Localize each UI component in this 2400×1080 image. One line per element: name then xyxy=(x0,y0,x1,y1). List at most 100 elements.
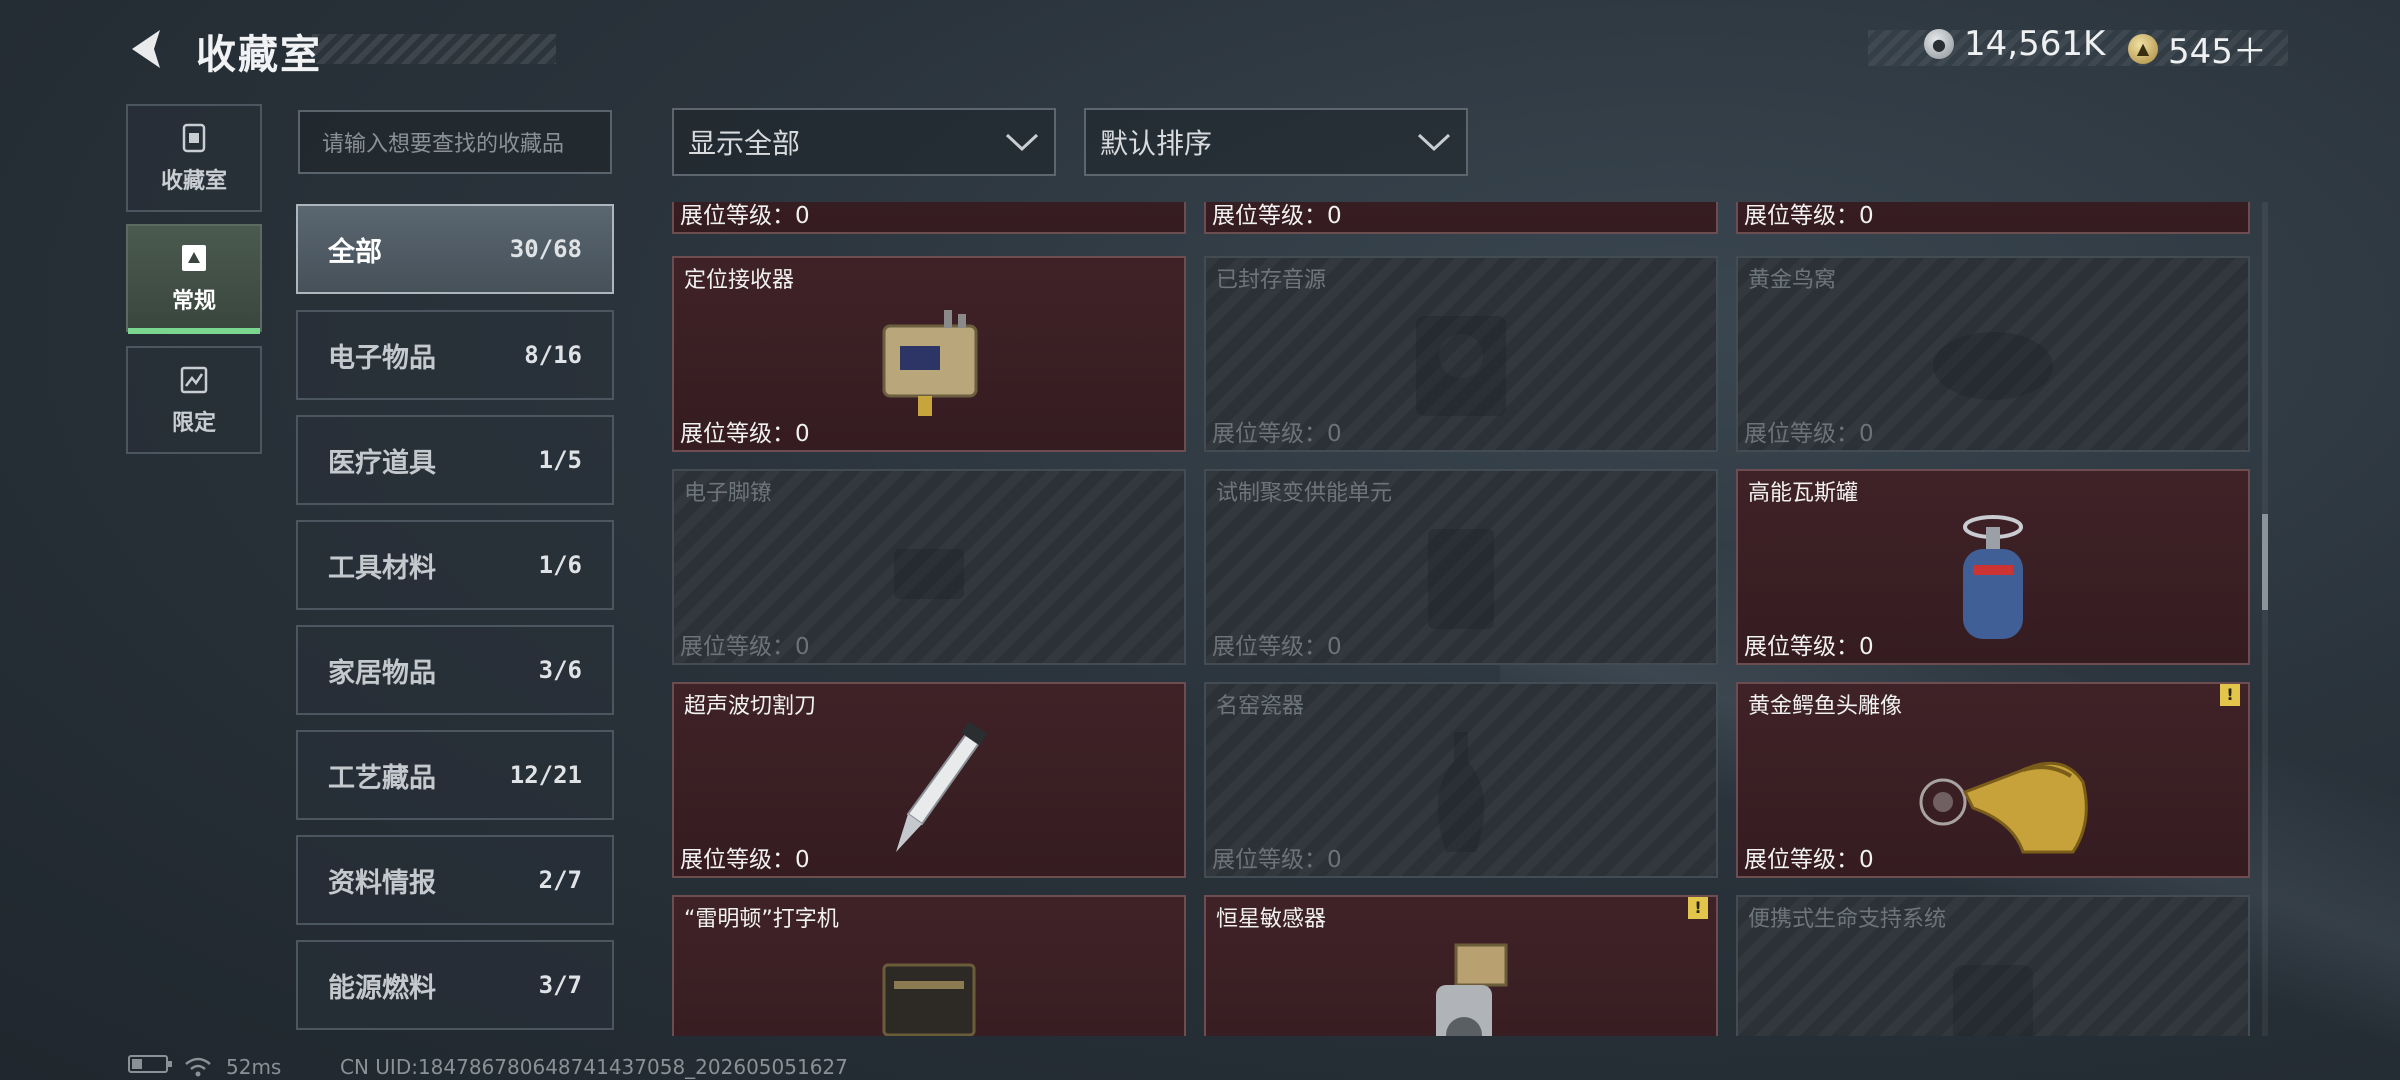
item-name: 已封存音源 xyxy=(1216,268,1327,293)
collection-card-positioning-receiver[interactable]: 定位接收器 展位等级：0 xyxy=(672,256,1186,452)
item-name: 黄金鸟窝 xyxy=(1748,268,1837,293)
gold-item-art xyxy=(1908,202,2078,206)
display-level: 展位等级：0 xyxy=(1744,421,1874,447)
page-title: 收藏室 xyxy=(196,32,322,78)
collection-room-icon xyxy=(182,123,206,153)
uid-label: CN UID:1847867806487414370​58_2026050516… xyxy=(340,1055,848,1079)
item-name: 高能瓦斯罐 xyxy=(1748,481,1859,506)
collection-card-portable-life-support[interactable]: 便携式生命支持系统 xyxy=(1736,895,2250,1036)
category-electronics[interactable]: 电子物品 8/16 xyxy=(296,310,614,400)
ping-value: 52ms xyxy=(226,1055,282,1079)
alert-badge: ! xyxy=(1688,897,1708,919)
category-count: 3/6 xyxy=(538,656,582,684)
porcelain-art xyxy=(1437,732,1485,852)
collection-card-gas-canister[interactable]: 高能瓦斯罐 展位等级：0 xyxy=(1736,469,2250,665)
category-label: 家居物品 xyxy=(328,657,436,689)
gold-currency-value: 545＋ xyxy=(2168,32,2267,72)
category-household[interactable]: 家居物品 3/6 xyxy=(296,625,614,715)
nest-art xyxy=(1933,332,2053,400)
collection-card[interactable]: 展位等级：0 xyxy=(1736,202,2250,234)
collection-card-golden-nest[interactable]: 黄金鸟窝 展位等级：0 xyxy=(1736,256,2250,452)
gold-currency[interactable]: ▲ 545＋ xyxy=(2128,24,2267,73)
display-level: 展位等级：0 xyxy=(1212,203,1342,229)
collection-card-sealed-audio-source[interactable]: 已封存音源 展位等级：0 xyxy=(1204,256,1718,452)
title-decoration xyxy=(312,34,556,64)
collection-card[interactable]: 展位等级：0 xyxy=(1204,202,1718,234)
silver-coin-icon: ● xyxy=(1924,29,1954,59)
item-name: 恒星敏感器 xyxy=(1216,907,1327,932)
fusion-unit-art xyxy=(1428,529,1494,629)
category-count: 12/21 xyxy=(509,761,582,789)
display-level: 展位等级：0 xyxy=(1212,847,1342,873)
tab-label: 收藏室 xyxy=(160,169,227,194)
category-all[interactable]: 全部 30/68 xyxy=(296,204,614,294)
grid-scrollbar[interactable] xyxy=(2262,202,2268,1036)
search-placeholder: 请输入想要查找的收藏品 xyxy=(322,132,565,157)
display-level: 展位等级：0 xyxy=(680,421,810,447)
chevron-down-icon xyxy=(1005,133,1039,152)
collection-card-electronic-anklet[interactable]: 电子脚镣 展位等级：0 xyxy=(672,469,1186,665)
category-count: 2/7 xyxy=(538,866,582,894)
collection-grid: 展位等级：0 展位等级：0 展位等级：0 定位接收器 展位等级：0 已封存音源 … xyxy=(672,202,2252,1036)
category-label: 医疗道具 xyxy=(328,447,436,479)
display-level: 展位等级：0 xyxy=(1744,203,1874,229)
category-label: 全部 xyxy=(328,236,382,268)
category-intel[interactable]: 资料情报 2/7 xyxy=(296,835,614,925)
item-name: “雷明顿”打字机 xyxy=(684,907,839,932)
category-label: 工具材料 xyxy=(328,552,436,584)
ultrasonic-cutter-art xyxy=(896,721,988,852)
sort-dropdown[interactable]: 默认排序 xyxy=(1084,108,1468,176)
display-level: 展位等级：0 xyxy=(680,203,810,229)
display-level: 展位等级：0 xyxy=(1212,634,1342,660)
display-level: 展位等级：0 xyxy=(680,847,810,873)
item-name: 试制聚变供能单元 xyxy=(1216,481,1393,506)
item-name: 超声波切割刀 xyxy=(684,694,817,719)
scrollbar-thumb[interactable] xyxy=(2262,514,2268,610)
collection-card-remington-typewriter[interactable]: “雷明顿”打字机 xyxy=(672,895,1186,1036)
chevron-down-icon xyxy=(1417,133,1451,152)
silver-currency-value: 14,561K xyxy=(1964,24,2106,64)
tab-limited[interactable]: 限定 xyxy=(126,346,262,454)
category-label: 工艺藏品 xyxy=(328,762,436,794)
receiver-art xyxy=(882,310,978,416)
item-name: 电子脚镣 xyxy=(684,481,773,506)
category-count: 30/68 xyxy=(509,235,582,263)
audio-source-art xyxy=(1416,316,1506,416)
search-input[interactable]: 请输入想要查找的收藏品 xyxy=(298,110,612,174)
category-tools[interactable]: 工具材料 1/6 xyxy=(296,520,614,610)
crocodile-statue-art xyxy=(1919,761,2088,854)
gas-canister-art xyxy=(1963,515,2023,639)
category-label: 能源燃料 xyxy=(328,972,436,1004)
display-level: 展位等级：0 xyxy=(1744,847,1874,873)
collection-card-famous-porcelain[interactable]: 名窑瓷器 展位等级：0 xyxy=(1204,682,1718,878)
collection-card-star-sensor[interactable]: 恒星敏感器 ! xyxy=(1204,895,1718,1036)
sort-value: 默认排序 xyxy=(1100,127,1213,160)
back-arrow-icon[interactable] xyxy=(124,24,174,74)
life-support-art xyxy=(1953,965,2033,1036)
category-energy[interactable]: 能源燃料 3/7 xyxy=(296,940,614,1030)
tab-regular[interactable]: 常规 xyxy=(126,224,262,334)
collection-card-ultrasonic-cutter[interactable]: 超声波切割刀 展位等级：0 xyxy=(672,682,1186,878)
category-crafts[interactable]: 工艺藏品 12/21 xyxy=(296,730,614,820)
category-count: 1/5 xyxy=(538,446,582,474)
battery-status xyxy=(128,1055,172,1073)
category-medical[interactable]: 医疗道具 1/5 xyxy=(296,415,614,505)
category-count: 1/6 xyxy=(538,551,582,579)
wifi-icon xyxy=(185,1057,211,1077)
tab-collection-room[interactable]: 收藏室 xyxy=(126,104,262,212)
gold-coin-icon: ▲ xyxy=(2128,33,2158,64)
limited-icon xyxy=(180,366,208,394)
collection-card-fusion-power-unit[interactable]: 试制聚变供能单元 展位等级：0 xyxy=(1204,469,1718,665)
item-name: 定位接收器 xyxy=(684,268,795,293)
anklet-art xyxy=(894,549,964,599)
category-label: 资料情报 xyxy=(328,867,436,899)
display-level: 展位等级：0 xyxy=(1212,421,1342,447)
show-filter-dropdown[interactable]: 显示全部 xyxy=(672,108,1056,176)
show-filter-value: 显示全部 xyxy=(688,127,801,160)
collection-card-golden-crocodile-statue[interactable]: 黄金鳄鱼头雕像 ! 展位等级：0 xyxy=(1736,682,2250,878)
collection-card[interactable]: 展位等级：0 xyxy=(672,202,1186,234)
display-level: 展位等级：0 xyxy=(1744,634,1874,660)
item-name: 名窑瓷器 xyxy=(1216,694,1305,719)
tab-label: 常规 xyxy=(171,289,216,314)
battery-icon xyxy=(128,1055,172,1073)
